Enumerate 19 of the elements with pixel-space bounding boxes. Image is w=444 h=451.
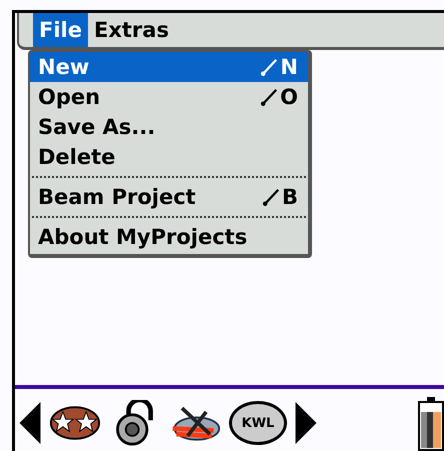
stylus-stroke-icon [260, 87, 278, 107]
kwl-label: KWL [242, 416, 274, 430]
speech-bubble-icon[interactable]: KWL [229, 401, 287, 445]
shortcut-key: B [282, 185, 298, 209]
shortcut-key: O [280, 85, 298, 109]
menu-item[interactable]: Save As... [30, 112, 308, 142]
right-arrow-icon[interactable] [295, 402, 317, 444]
menu-item[interactable]: About MyProjects [30, 222, 308, 252]
left-arrow-icon[interactable] [19, 402, 41, 444]
shortcut-key: N [280, 55, 298, 79]
menu-item[interactable]: New N [30, 52, 308, 82]
battery-icon [418, 397, 444, 451]
menu-item[interactable]: Open O [30, 82, 308, 112]
menu-title[interactable]: Extras [88, 13, 175, 47]
menu-item[interactable]: Delete [30, 142, 308, 172]
menu-item[interactable]: Beam Project B [30, 182, 308, 212]
stylus-stroke-icon [262, 187, 280, 207]
menu-title[interactable]: File [33, 13, 88, 47]
stylus-stroke-icon [260, 57, 278, 77]
